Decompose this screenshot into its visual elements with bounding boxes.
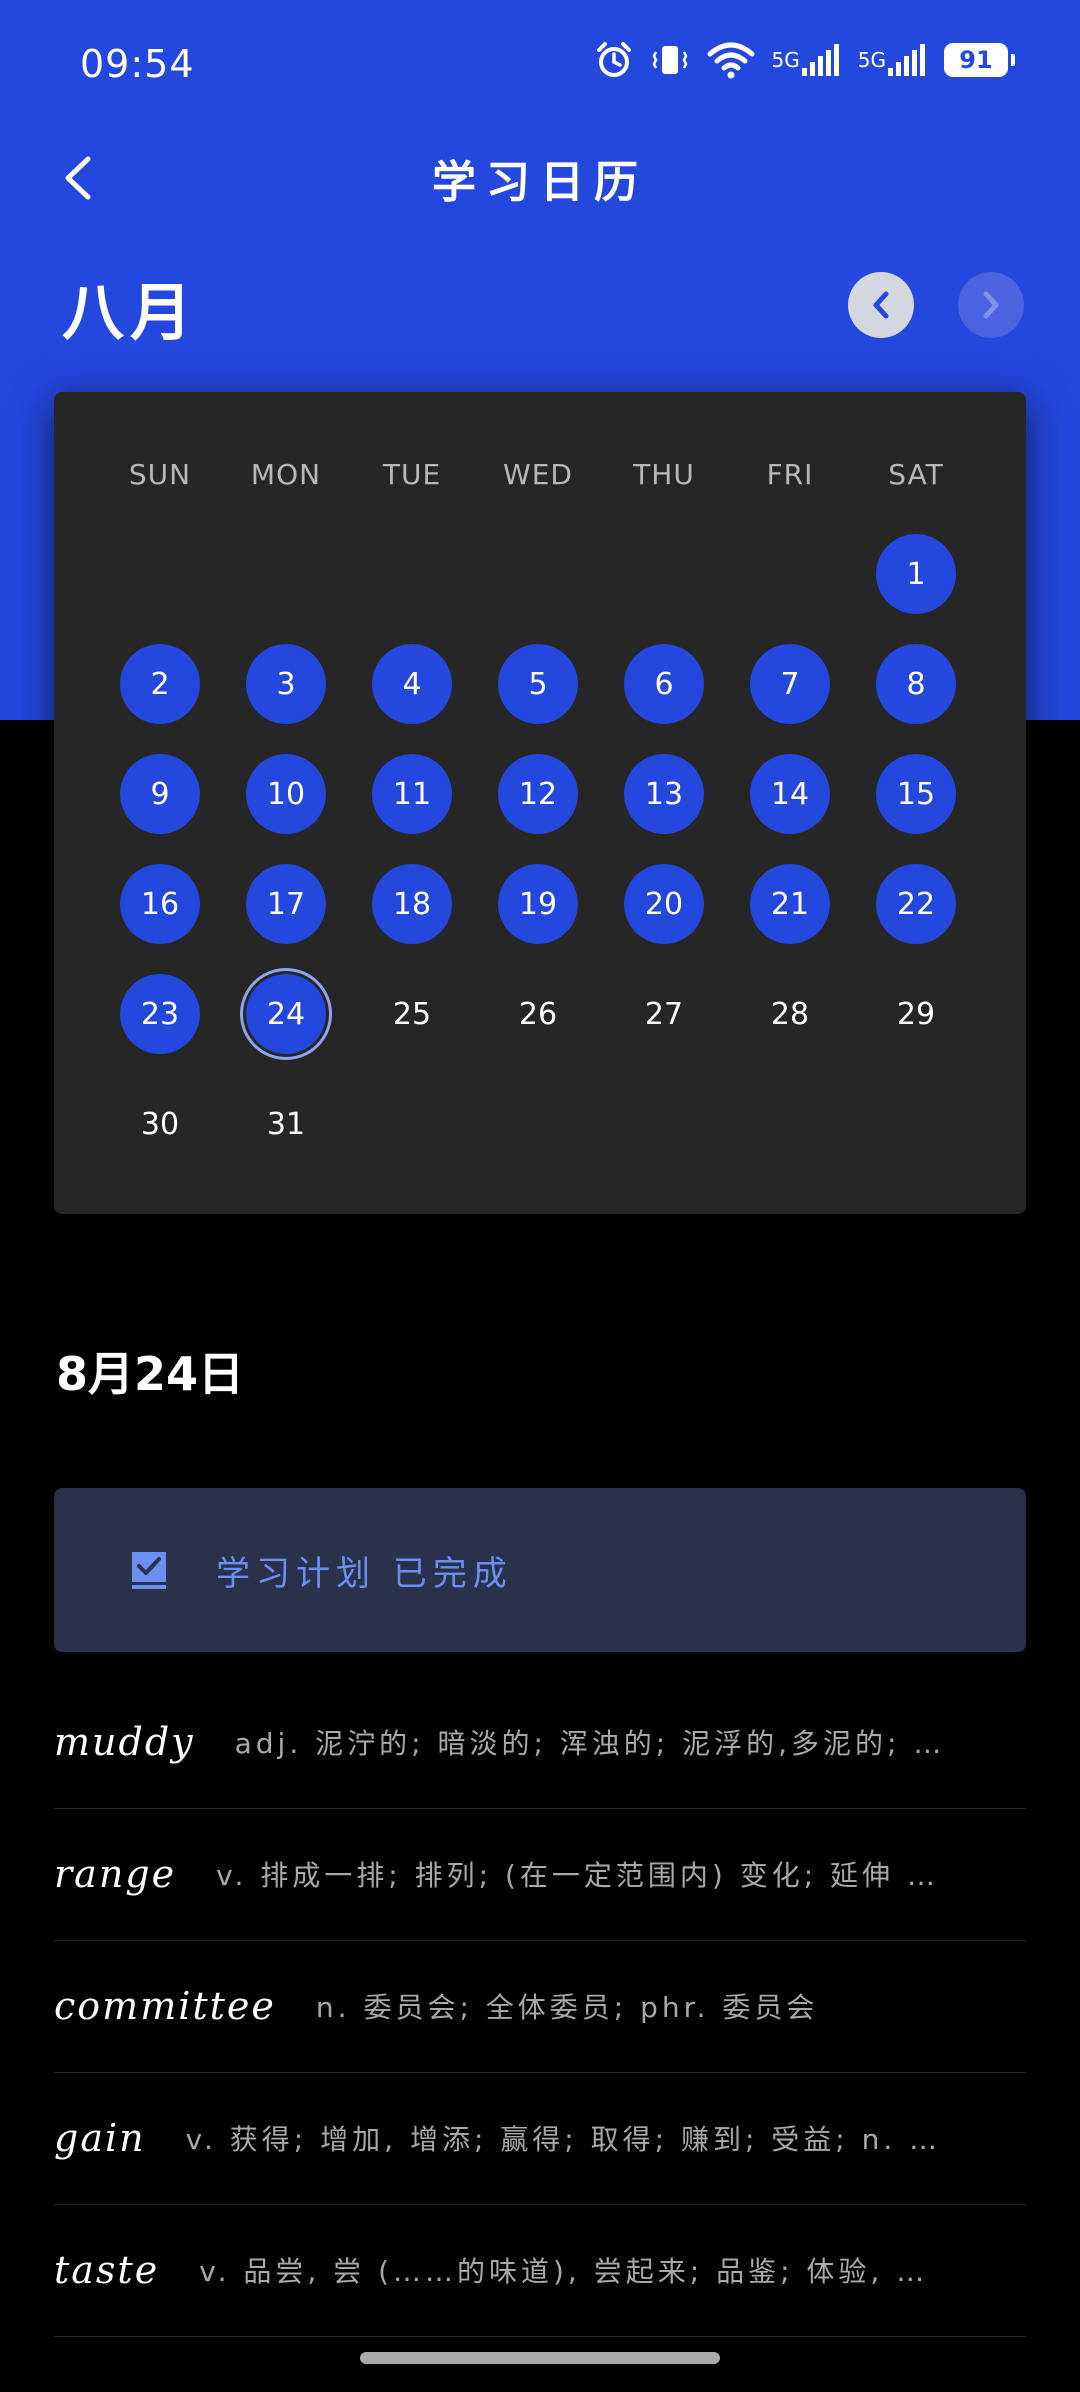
signal-icon: 5G bbox=[772, 42, 842, 78]
calendar-day[interactable]: 22 bbox=[876, 864, 956, 944]
signal-icon: 5G bbox=[858, 42, 928, 78]
word-term: gain bbox=[54, 2116, 146, 2160]
calendar-day[interactable]: 28 bbox=[750, 974, 830, 1054]
word-definition: n. 委员会; 全体委员; phr. 委员会 bbox=[315, 1991, 819, 2024]
network-type-label: 5G bbox=[857, 48, 886, 72]
word-list-item[interactable]: range v. 排成一排; 排列; (在一定范围内) 变化; 延伸 … bbox=[54, 1808, 1026, 1941]
word-list-item[interactable]: muddy adj. 泥泞的; 暗淡的; 浑浊的; 泥浮的,多泥的; … bbox=[54, 1676, 1026, 1809]
calendar-day[interactable]: 25 bbox=[372, 974, 452, 1054]
chevron-left-icon bbox=[873, 291, 889, 319]
calendar-day[interactable]: 10 bbox=[246, 754, 326, 834]
alarm-icon bbox=[594, 40, 634, 80]
word-definition: v. 品尝, 尝 (……的味道), 尝起来; 品鉴; 体验, … bbox=[199, 2255, 929, 2288]
word-term: taste bbox=[54, 2248, 160, 2292]
word-term: committee bbox=[54, 1984, 276, 2028]
wifi-icon bbox=[706, 40, 756, 80]
checkbox-checked-icon bbox=[132, 1552, 166, 1589]
calendar-day[interactable]: 3 bbox=[246, 644, 326, 724]
calendar-day[interactable]: 9 bbox=[120, 754, 200, 834]
calendar-day[interactable]: 23 bbox=[120, 974, 200, 1054]
weekday-label: MON bbox=[250, 458, 322, 491]
calendar-day[interactable]: 2 bbox=[120, 644, 200, 724]
calendar-day[interactable]: 5 bbox=[498, 644, 578, 724]
month-title: 八月 bbox=[62, 276, 199, 349]
selected-date: 8月24日 bbox=[56, 1347, 245, 1401]
calendar-day[interactable]: 7 bbox=[750, 644, 830, 724]
word-list-item[interactable]: committee n. 委员会; 全体委员; phr. 委员会 bbox=[54, 1940, 1026, 2073]
network-type-label: 5G bbox=[771, 48, 800, 72]
calendar-day[interactable]: 17 bbox=[246, 864, 326, 944]
next-month-button[interactable] bbox=[958, 272, 1024, 338]
word-term: range bbox=[54, 1852, 177, 1896]
calendar-day[interactable]: 21 bbox=[750, 864, 830, 944]
calendar-day[interactable]: 31 bbox=[246, 1084, 326, 1164]
calendar-day[interactable]: 14 bbox=[750, 754, 830, 834]
weekday-label: FRI bbox=[766, 458, 814, 491]
status-bar: 09:54 5G 5G 91 bbox=[0, 0, 1080, 130]
calendar-day[interactable]: 16 bbox=[120, 864, 200, 944]
word-definition: adj. 泥泞的; 暗淡的; 浑浊的; 泥浮的,多泥的; … bbox=[234, 1727, 946, 1760]
status-icons: 5G 5G 91 bbox=[594, 40, 1015, 80]
word-list-item[interactable]: gain v. 获得; 增加, 增添; 赢得; 取得; 赚到; 受益; n. … bbox=[54, 2072, 1026, 2205]
calendar-day[interactable]: 20 bbox=[624, 864, 704, 944]
weekday-label: SAT bbox=[888, 458, 944, 491]
weekday-label: THU bbox=[633, 458, 695, 491]
word-definition: v. 获得; 增加, 增添; 赢得; 取得; 赚到; 受益; n. … bbox=[185, 2123, 942, 2156]
calendar-day[interactable]: 1 bbox=[876, 534, 956, 614]
calendar-day[interactable]: 4 bbox=[372, 644, 452, 724]
chevron-right-icon bbox=[983, 291, 999, 319]
word-term: muddy bbox=[54, 1720, 195, 1764]
word-list-item[interactable]: taste v. 品尝, 尝 (……的味道), 尝起来; 品鉴; 体验, … bbox=[54, 2204, 1026, 2337]
calendar-day[interactable]: 30 bbox=[120, 1084, 200, 1164]
calendar-day[interactable]: 26 bbox=[498, 974, 578, 1054]
study-plan-status: 学习计划 已完成 bbox=[54, 1488, 1026, 1652]
previous-month-button[interactable] bbox=[848, 272, 914, 338]
vibrate-icon bbox=[650, 40, 690, 80]
word-definition: v. 排成一排; 排列; (在一定范围内) 变化; 延伸 … bbox=[216, 1859, 939, 1892]
calendar-day[interactable]: 6 bbox=[624, 644, 704, 724]
home-indicator[interactable] bbox=[360, 2352, 720, 2364]
calendar-day[interactable]: 15 bbox=[876, 754, 956, 834]
calendar-day[interactable]: 11 bbox=[372, 754, 452, 834]
weekday-label: WED bbox=[503, 458, 573, 491]
status-time: 09:54 bbox=[80, 42, 195, 86]
calendar-day[interactable]: 18 bbox=[372, 864, 452, 944]
calendar-day[interactable]: 27 bbox=[624, 974, 704, 1054]
calendar-day[interactable]: 24 bbox=[246, 974, 326, 1054]
calendar-day[interactable]: 8 bbox=[876, 644, 956, 724]
battery-icon: 91 bbox=[944, 43, 1015, 77]
calendar-day[interactable]: 13 bbox=[624, 754, 704, 834]
calendar-day[interactable]: 29 bbox=[876, 974, 956, 1054]
weekday-label: SUN bbox=[128, 458, 192, 491]
calendar-day[interactable]: 12 bbox=[498, 754, 578, 834]
page-title: 学习日历 bbox=[432, 157, 648, 208]
weekday-label: TUE bbox=[382, 458, 442, 491]
study-plan-text: 学习计划 已完成 bbox=[216, 1553, 513, 1594]
calendar-day[interactable]: 19 bbox=[498, 864, 578, 944]
